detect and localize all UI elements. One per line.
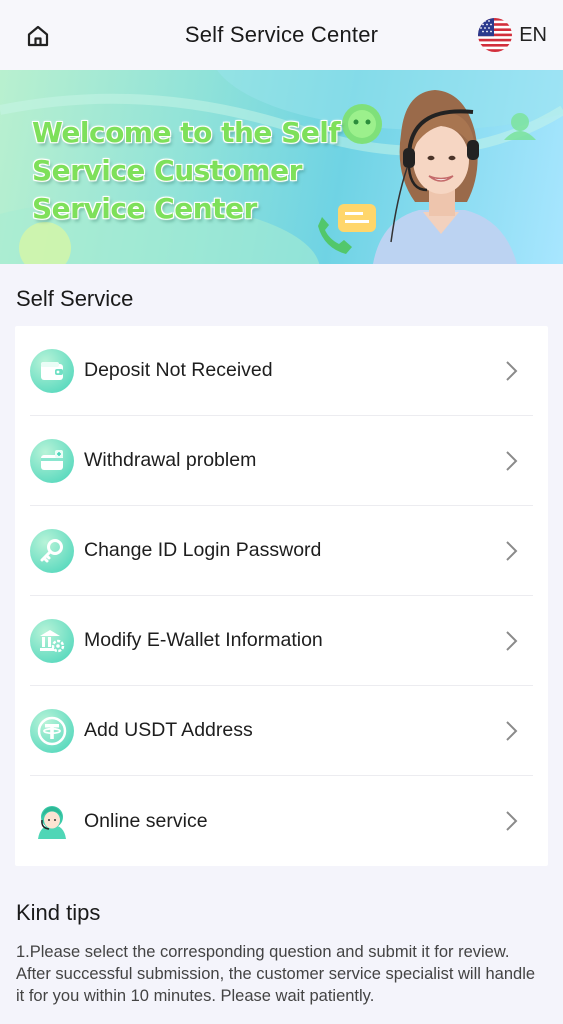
page-title: Self Service Center — [184, 22, 379, 47]
chevron-right-icon — [506, 811, 518, 831]
list-item-label: Deposit Not Received — [84, 359, 273, 381]
language-code: EN — [519, 23, 547, 46]
kind-tips-text: 1.Please select the corresponding questi… — [16, 943, 536, 1005]
list-item-online-service[interactable]: Online service — [30, 776, 533, 866]
list-item-label: Modify E-Wallet Information — [84, 629, 323, 651]
banner-headline: Welcome to the Self Service Customer Ser… — [32, 116, 341, 225]
top-bar: Self Service Center EN — [0, 0, 563, 70]
list-item-label: Add USDT Address — [84, 719, 253, 741]
us-flag-icon — [478, 18, 513, 52]
chevron-right-icon — [506, 720, 518, 741]
list-item-label: Withdrawal problem — [84, 449, 257, 471]
card-icon — [30, 438, 74, 483]
list-item-deposit-not-received[interactable]: Deposit Not Received — [30, 326, 533, 416]
list-item-add-usdt-address[interactable]: Add USDT Address — [30, 686, 533, 776]
tether-icon — [30, 708, 74, 753]
support-agent-image — [373, 90, 517, 264]
language-switcher[interactable]: EN — [478, 18, 547, 52]
list-item-modify-ewallet[interactable]: Modify E-Wallet Information — [30, 596, 533, 686]
self-service-heading: Self Service — [16, 286, 134, 311]
bank-gear-icon — [30, 618, 74, 663]
list-item-change-login-password[interactable]: Change ID Login Password — [30, 506, 533, 596]
wallet-icon — [30, 348, 74, 393]
kind-tips-heading: Kind tips — [16, 900, 101, 925]
list-item-label: Change ID Login Password — [84, 539, 322, 561]
chevron-right-icon — [506, 360, 518, 381]
agent-icon — [30, 799, 74, 843]
welcome-banner: Welcome to the Self Service Customer Ser… — [0, 70, 563, 264]
key-icon — [30, 528, 74, 573]
chevron-right-icon — [506, 450, 518, 471]
chevron-right-icon — [506, 540, 518, 561]
chevron-right-icon — [506, 630, 518, 651]
list-item-label: Online service — [84, 809, 208, 832]
self-service-list: Deposit Not Received Withdrawal problem … — [15, 326, 548, 866]
list-item-withdrawal-problem[interactable]: Withdrawal problem — [30, 416, 533, 506]
home-icon[interactable] — [24, 22, 52, 50]
